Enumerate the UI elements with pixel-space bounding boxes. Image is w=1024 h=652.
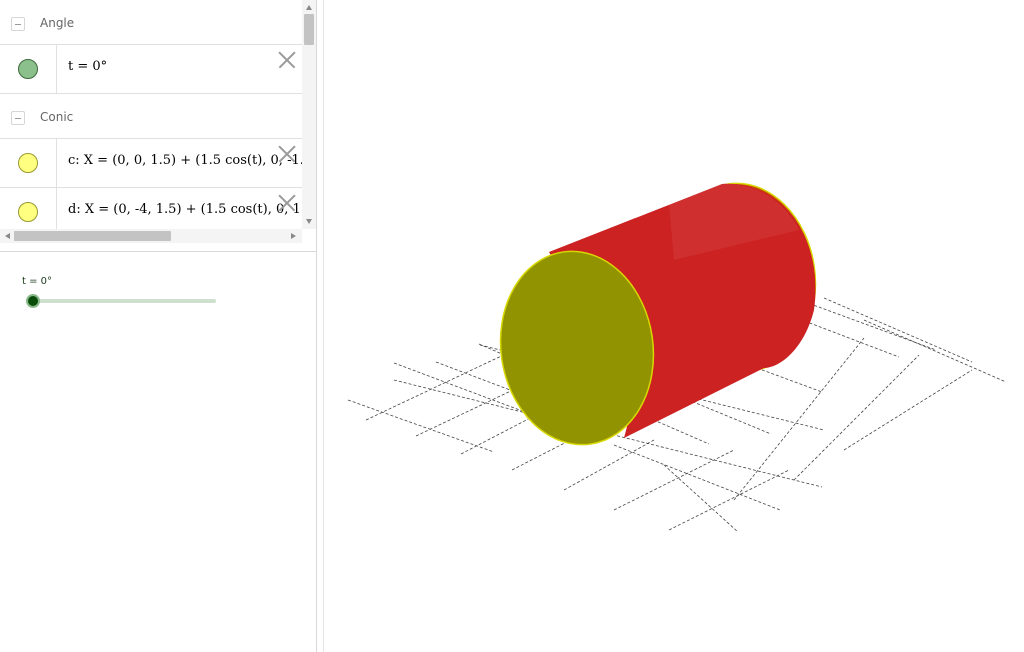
graphics-3d-view[interactable] bbox=[324, 0, 1024, 652]
delete-icon[interactable] bbox=[278, 145, 296, 163]
grid-line bbox=[793, 354, 920, 481]
vertical-scrollbar[interactable] bbox=[302, 0, 316, 229]
scroll-thumb[interactable] bbox=[304, 14, 314, 45]
scroll-right-icon[interactable] bbox=[291, 233, 296, 239]
collapse-icon[interactable] bbox=[11, 111, 25, 125]
grid-line bbox=[823, 297, 973, 363]
algebra-row-t[interactable]: t = 0° bbox=[0, 45, 302, 94]
divider bbox=[0, 251, 316, 252]
geogebra-app: Angle t = 0° Conic c: X = (0, 0, 1.5) + … bbox=[0, 0, 1024, 652]
delete-icon[interactable] bbox=[278, 51, 296, 69]
grid-line bbox=[843, 369, 973, 451]
scroll-up-icon[interactable] bbox=[306, 5, 312, 10]
algebra-row-text[interactable]: c: X = (0, 0, 1.5) + (1.5 cos(t), 0, -1.… bbox=[68, 153, 302, 168]
grid-line bbox=[347, 399, 495, 453]
scene-3d[interactable] bbox=[324, 0, 1024, 652]
marker-cell bbox=[0, 45, 57, 93]
algebra-row-d[interactable]: d: X = (0, -4, 1.5) + (1.5 cos(t), 0, 1.… bbox=[0, 188, 302, 229]
visibility-marker[interactable] bbox=[18, 153, 38, 173]
scroll-down-icon[interactable] bbox=[306, 219, 312, 224]
slider-label: t = 0° bbox=[22, 276, 53, 287]
view-splitter[interactable] bbox=[316, 0, 324, 652]
scroll-left-icon[interactable] bbox=[5, 233, 10, 239]
algebra-view: Angle t = 0° Conic c: X = (0, 0, 1.5) + … bbox=[0, 0, 316, 652]
marker-cell bbox=[0, 188, 57, 229]
slider-track[interactable] bbox=[26, 299, 216, 303]
cylinder[interactable] bbox=[488, 174, 827, 455]
group-label: Conic bbox=[40, 110, 74, 124]
visibility-marker[interactable] bbox=[18, 202, 38, 222]
horizontal-scrollbar[interactable] bbox=[0, 229, 302, 243]
delete-icon[interactable] bbox=[278, 194, 296, 212]
grid-line bbox=[365, 349, 515, 421]
algebra-row-text[interactable]: t = 0° bbox=[68, 59, 107, 74]
group-header-angle[interactable]: Angle bbox=[0, 0, 302, 45]
grid-line bbox=[663, 464, 739, 533]
algebra-row-text[interactable]: d: X = (0, -4, 1.5) + (1.5 cos(t), 0, 1.… bbox=[68, 202, 302, 217]
slider-knob[interactable] bbox=[26, 294, 40, 308]
marker-cell bbox=[0, 139, 57, 187]
grid-line bbox=[613, 444, 781, 511]
grid-line bbox=[668, 469, 790, 531]
visibility-marker[interactable] bbox=[18, 59, 38, 79]
collapse-icon[interactable] bbox=[11, 17, 25, 31]
grid-line bbox=[563, 439, 655, 491]
group-header-conic[interactable]: Conic bbox=[0, 94, 302, 139]
grid-line bbox=[613, 449, 735, 511]
algebra-row-c[interactable]: c: X = (0, 0, 1.5) + (1.5 cos(t), 0, -1.… bbox=[0, 139, 302, 188]
algebra-list: Angle t = 0° Conic c: X = (0, 0, 1.5) + … bbox=[0, 0, 302, 229]
grid-line bbox=[863, 319, 1007, 383]
scroll-thumb[interactable] bbox=[14, 231, 171, 241]
group-label: Angle bbox=[40, 16, 75, 30]
